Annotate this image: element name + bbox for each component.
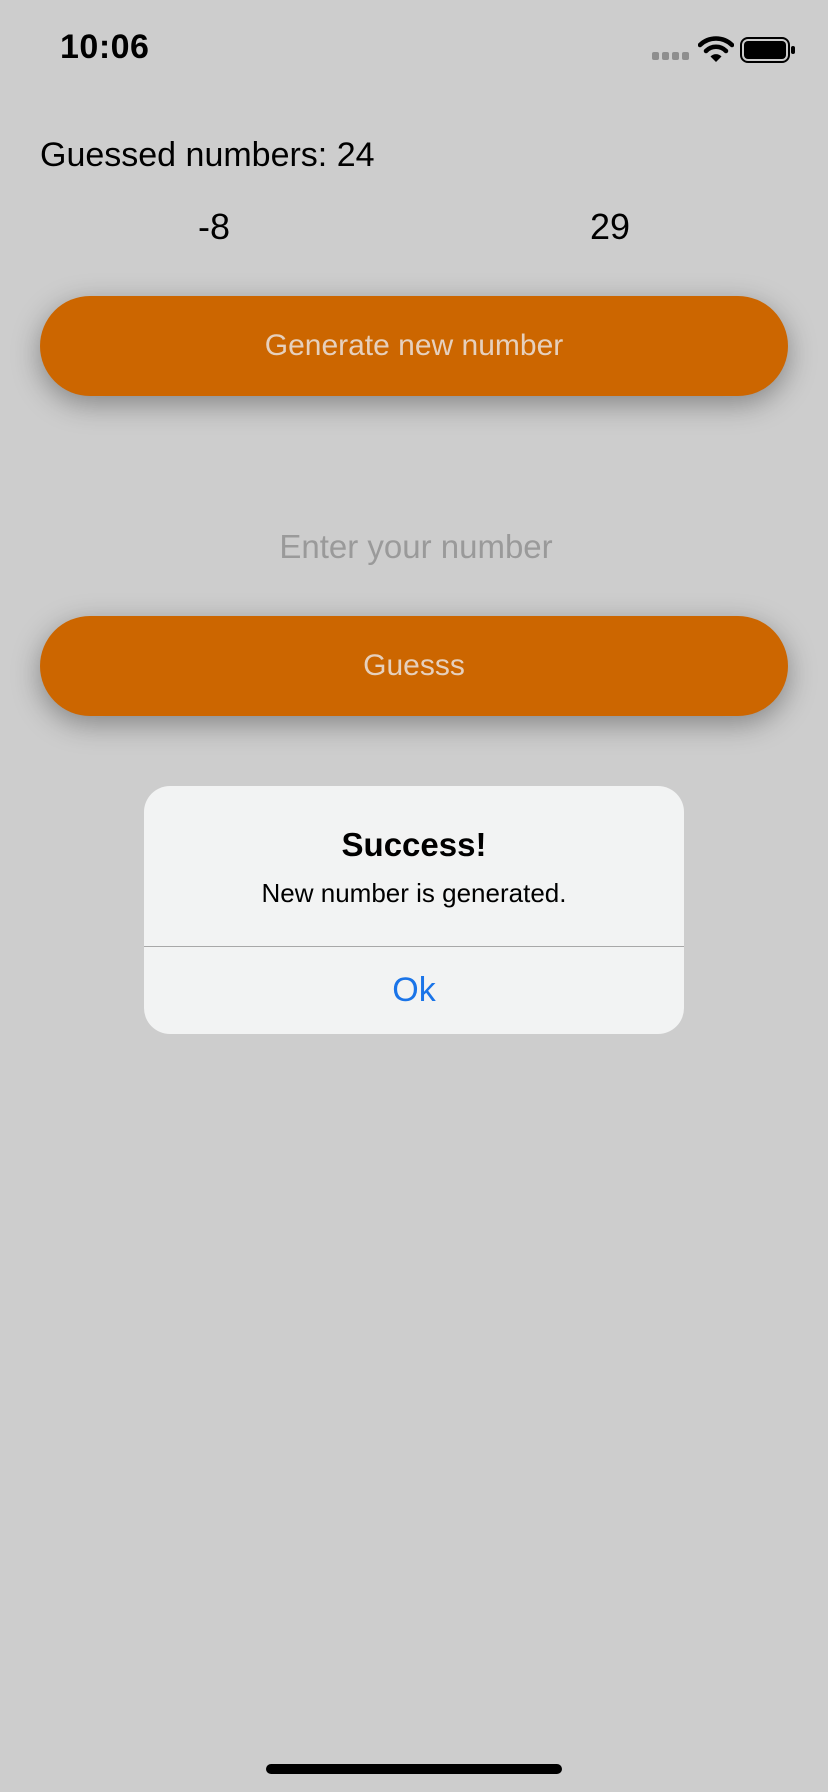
battery-icon [740,37,795,63]
range-min-value: -8 [198,206,231,247]
guessed-numbers-label: Guessed numbers: 24 [40,136,375,174]
number-input[interactable] [40,520,792,574]
success-alert: Success! New number is generated. Ok [144,786,684,1034]
home-indicator[interactable] [266,1764,562,1774]
status-time: 10:06 [60,28,150,66]
signal-icon [652,52,689,60]
guess-button[interactable]: Guesss [40,616,788,716]
alert-message: New number is generated. [261,878,567,908]
status-bar: 10:06 [0,0,828,100]
alert-ok-button[interactable]: Ok [144,947,684,1034]
wifi-icon [698,36,734,62]
range-max-value: 29 [590,206,631,247]
alert-title: Success! [341,826,487,863]
generate-new-number-button[interactable]: Generate new number [40,296,788,396]
